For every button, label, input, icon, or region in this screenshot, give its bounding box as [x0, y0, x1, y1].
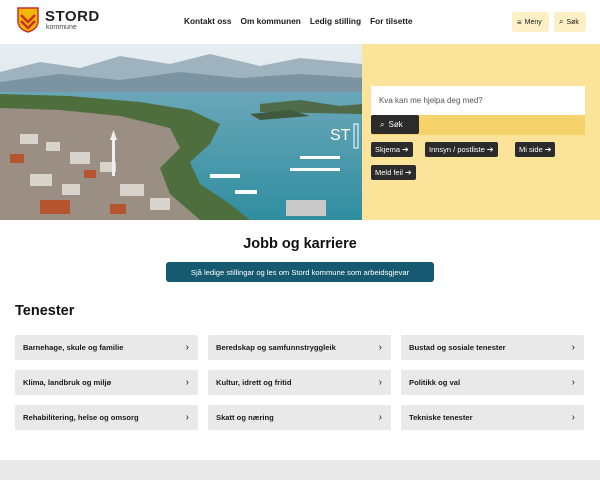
service-card-beredskap[interactable]: Beredskap og samfunnstryggleik › [208, 335, 391, 360]
site-header: STORD kommune Kontakt oss Om kommunen Le… [0, 0, 600, 44]
jobb-vacancies-button[interactable]: Sjå ledige stillingar og les om Stord ko… [166, 262, 434, 282]
chevron-right-icon: › [571, 342, 575, 353]
logo-name: STORD [45, 7, 100, 25]
service-card-label: Barnehage, skule og familie [23, 343, 124, 352]
chevron-right-icon: › [378, 342, 382, 353]
nav-for-tilsette[interactable]: For tilsette [370, 16, 412, 26]
chevron-right-icon: › [378, 412, 382, 423]
service-card-barnehage[interactable]: Barnehage, skule og familie › [15, 335, 198, 360]
coat-of-arms-icon [17, 7, 39, 33]
service-card-label: Rehabilitering, helse og omsorg [23, 413, 139, 422]
search-input[interactable]: Kva kan me hjelpa deg med? [371, 86, 585, 115]
header-search-label: Søk [566, 18, 579, 26]
arrow-right-icon: ➔ [486, 145, 494, 154]
footer-band [0, 460, 600, 480]
chevron-right-icon: › [378, 377, 382, 388]
hero-search-button[interactable]: ⌕ Søk [371, 115, 419, 134]
search-input-placeholder: Kva kan me hjelpa deg med? [379, 96, 483, 105]
service-card-label: Beredskap og samfunnstryggleik [216, 343, 336, 352]
arrow-right-icon: ➔ [404, 168, 412, 177]
service-card-label: Politikk og val [409, 378, 461, 387]
hero-search-button-label: Søk [388, 120, 403, 129]
nav-om-kommunen[interactable]: Om kommunen [240, 16, 300, 26]
quick-link-label: Skjema [375, 145, 401, 154]
arrow-right-icon: ➔ [544, 145, 552, 154]
service-card-politikk[interactable]: Politikk og val › [401, 370, 584, 395]
logo-subtitle: kommune [46, 23, 77, 31]
hero-sign-text: ST [330, 127, 351, 144]
menu-button-label: Meny [524, 18, 542, 26]
quick-link-label: Innsyn / postliste [429, 145, 485, 154]
chevron-right-icon: › [185, 412, 189, 423]
header-search-button[interactable]: ⌕ Søk [554, 12, 586, 32]
search-icon: ⌕ [380, 119, 385, 129]
service-card-bustad[interactable]: Bustad og sosiale tenester › [401, 335, 584, 360]
service-card-label: Klima, landbruk og miljø [23, 378, 112, 387]
jobb-heading: Jobb og karriere [243, 236, 357, 252]
quick-link-skjema[interactable]: Skjema ➔ [371, 142, 413, 157]
site-logo[interactable]: STORD kommune [17, 7, 100, 33]
quick-link-meld-feil[interactable]: Meld feil ➔ [371, 165, 416, 180]
service-card-label: Tekniske tenester [409, 413, 473, 422]
quick-link-mi-side[interactable]: Mi side ➔ [515, 142, 556, 157]
tenester-heading: Tenester [15, 303, 75, 319]
hamburger-icon: ≡ [517, 17, 522, 27]
service-card-label: Kultur, idrett og fritid [216, 378, 292, 387]
quick-link-innsyn[interactable]: Innsyn / postliste ➔ [425, 142, 498, 157]
service-card-skatt[interactable]: Skatt og næring › [208, 405, 391, 430]
service-card-label: Skatt og næring [216, 413, 274, 422]
search-icon: ⌕ [559, 17, 564, 26]
service-card-klima[interactable]: Klima, landbruk og miljø › [15, 370, 198, 395]
chevron-right-icon: › [571, 412, 575, 423]
service-card-label: Bustad og sosiale tenester [409, 343, 506, 352]
service-card-rehabilitering[interactable]: Rehabilitering, helse og omsorg › [15, 405, 198, 430]
quick-link-label: Meld feil [375, 168, 403, 177]
nav-ledig-stilling[interactable]: Ledig stilling [310, 16, 361, 26]
service-card-kultur[interactable]: Kultur, idrett og fritid › [208, 370, 391, 395]
jobb-button-label: Sjå ledige stillingar og les om Stord ko… [190, 267, 410, 277]
menu-button[interactable]: ≡ Meny [512, 12, 549, 32]
main-nav: Kontakt oss Om kommunen Ledig stilling F… [184, 16, 412, 26]
nav-kontakt-oss[interactable]: Kontakt oss [184, 16, 231, 26]
service-card-tekniske[interactable]: Tekniske tenester › [401, 405, 584, 430]
quick-link-label: Mi side [519, 145, 543, 154]
chevron-right-icon: › [185, 342, 189, 353]
chevron-right-icon: › [185, 377, 189, 388]
harbour-landscape-image: ST [0, 44, 362, 220]
arrow-right-icon: ➔ [402, 145, 409, 154]
hero-photo: ST [0, 44, 362, 220]
chevron-right-icon: › [571, 377, 575, 388]
